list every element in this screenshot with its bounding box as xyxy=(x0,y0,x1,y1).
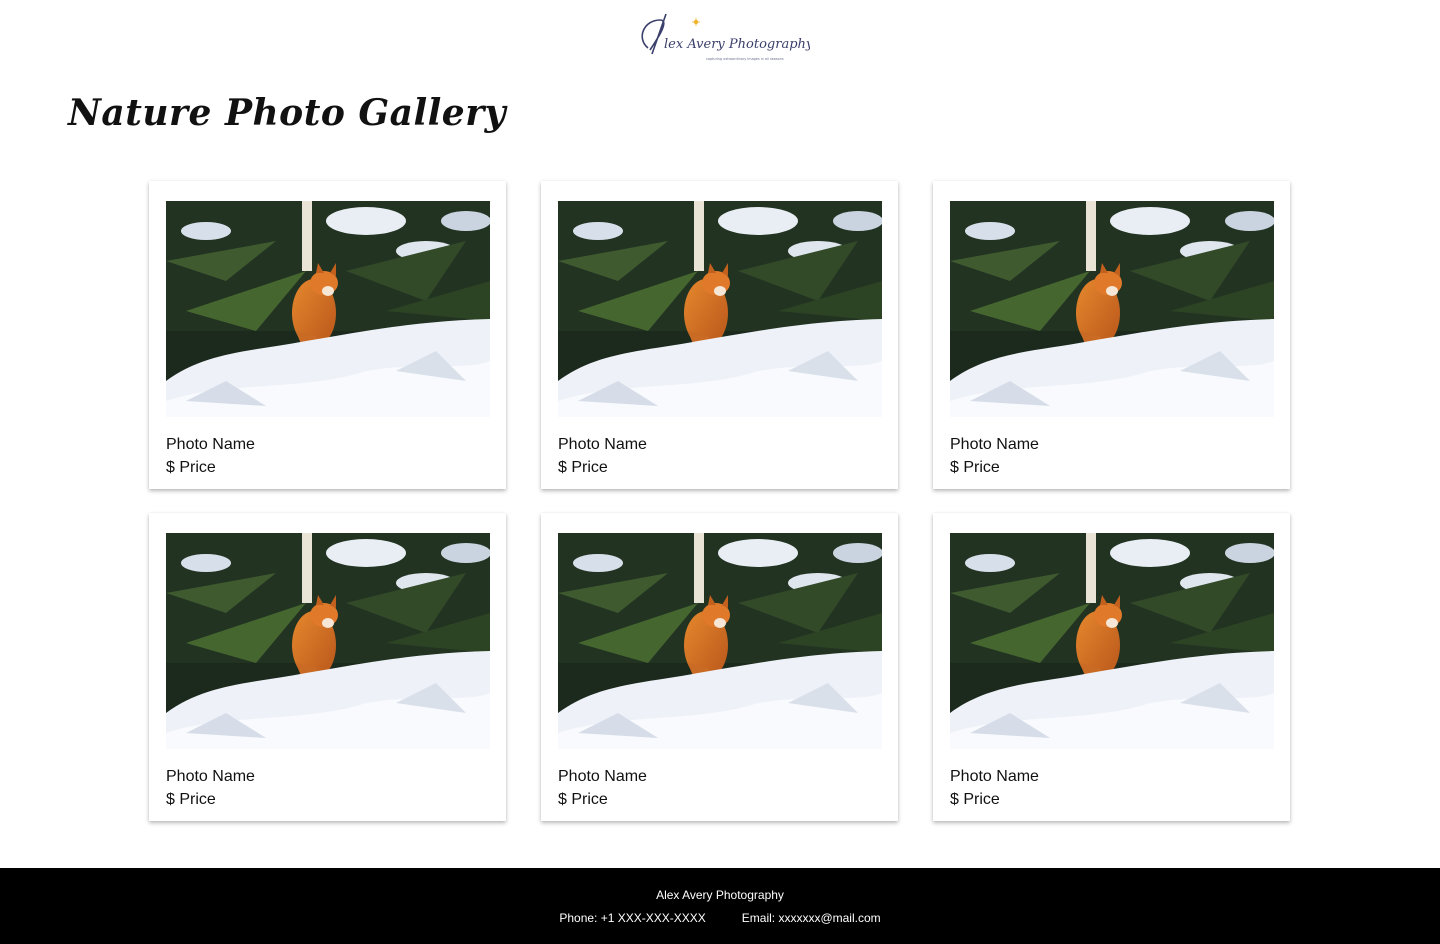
photo-name: Photo Name xyxy=(950,768,1039,785)
photo-price: $ Price xyxy=(166,459,216,476)
photo-card[interactable]: Photo Name $ Price xyxy=(933,513,1290,821)
photo-name: Photo Name xyxy=(950,436,1039,453)
svg-text:lex Avery Photography: lex Avery Photography xyxy=(664,37,810,52)
photo-thumbnail[interactable] xyxy=(950,533,1274,749)
photo-thumbnail[interactable] xyxy=(166,533,490,749)
photo-card[interactable]: Photo Name $ Price xyxy=(149,181,506,489)
photo-name: Photo Name xyxy=(166,436,255,453)
logo-signature-icon: lex Avery Photography capturing extraord… xyxy=(641,13,810,61)
site-footer: Alex Avery Photography Phone: +1 XXX-XXX… xyxy=(0,868,1440,944)
photo-price: $ Price xyxy=(950,459,1000,476)
photo-price: $ Price xyxy=(950,791,1000,808)
photo-thumbnail[interactable] xyxy=(558,533,882,749)
photo-price: $ Price xyxy=(558,791,608,808)
site-logo[interactable]: lex Avery Photography capturing extraord… xyxy=(630,8,810,66)
photo-thumbnail[interactable] xyxy=(166,201,490,417)
photo-name: Photo Name xyxy=(558,768,647,785)
photo-price: $ Price xyxy=(558,459,608,476)
photo-thumbnail[interactable] xyxy=(950,201,1274,417)
photo-name: Photo Name xyxy=(558,436,647,453)
svg-text:capturing extraordinary images: capturing extraordinary images in all se… xyxy=(706,57,784,61)
photo-name: Photo Name xyxy=(166,768,255,785)
footer-phone[interactable]: Phone: +1 XXX-XXX-XXXX xyxy=(559,911,705,925)
photo-thumbnail[interactable] xyxy=(558,201,882,417)
page-title: Nature Photo Gallery xyxy=(68,92,507,134)
photo-card[interactable]: Photo Name $ Price xyxy=(933,181,1290,489)
photo-card[interactable]: Photo Name $ Price xyxy=(541,513,898,821)
footer-brand: Alex Avery Photography xyxy=(656,888,784,902)
photo-card[interactable]: Photo Name $ Price xyxy=(149,513,506,821)
footer-contact: Phone: +1 XXX-XXX-XXXX Email: xxxxxxx@mai… xyxy=(0,911,1440,925)
footer-email[interactable]: Email: xxxxxxx@mail.com xyxy=(742,911,881,925)
photo-gallery: Photo Name $ Price Photo Name $ Price Ph… xyxy=(149,181,1291,821)
photo-price: $ Price xyxy=(166,791,216,808)
photo-card[interactable]: Photo Name $ Price xyxy=(541,181,898,489)
